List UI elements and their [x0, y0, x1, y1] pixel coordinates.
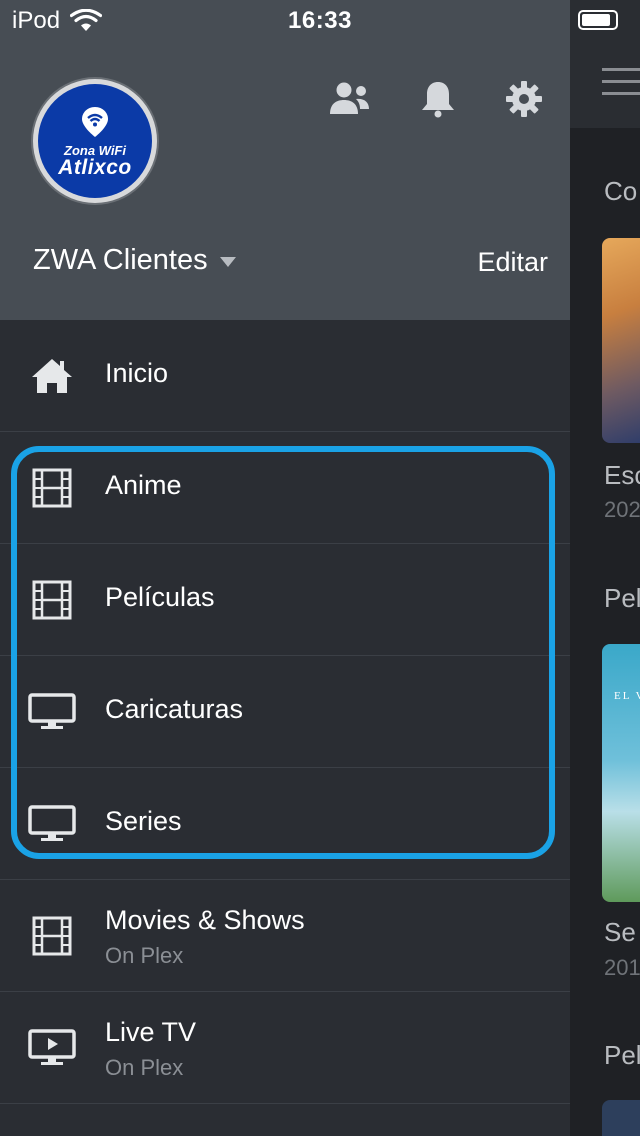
- users-icon[interactable]: [328, 78, 370, 120]
- home-icon: [32, 359, 72, 393]
- edit-button[interactable]: Editar: [477, 247, 548, 278]
- drawer-header: Zona WiFi Atlixco ZWA Clientes Editar: [0, 0, 570, 320]
- section-title: Pel: [604, 1040, 640, 1070]
- media-title[interactable]: Esc: [604, 460, 640, 491]
- menu-item-caricaturas[interactable]: Caricaturas: [0, 656, 570, 768]
- device-name: iPod: [12, 7, 61, 34]
- navigation-drawer: Zona WiFi Atlixco ZWA Clientes Editar In…: [0, 0, 570, 1136]
- film-icon: [32, 468, 72, 508]
- account-switcher[interactable]: ZWA Clientes: [33, 244, 236, 277]
- media-title[interactable]: Se: [604, 917, 636, 948]
- menu-item-label: Series: [105, 806, 182, 836]
- background-screen: Co Esc 202 Pel EL V Se 201 Pel: [570, 0, 640, 1136]
- menu-item-sublabel: On Plex: [105, 943, 184, 968]
- section-title: Pel: [604, 583, 640, 613]
- account-name: ZWA Clientes: [33, 244, 208, 276]
- media-poster[interactable]: [602, 238, 640, 443]
- menu-item-inicio[interactable]: Inicio: [0, 320, 570, 432]
- menu-item-live-tv[interactable]: Live TV On Plex: [0, 992, 570, 1104]
- monitor-icon: [28, 805, 76, 841]
- status-left-group: iPod: [12, 7, 103, 35]
- menu-item-movies-shows[interactable]: Movies & Shows On Plex: [0, 880, 570, 992]
- film-icon: [32, 916, 72, 956]
- poster-title-text: EL V: [614, 690, 640, 702]
- menu-item-sublabel: On Plex: [105, 1055, 184, 1080]
- menu-item-label: Live TV: [105, 1017, 197, 1047]
- menu-item-peliculas[interactable]: Películas: [0, 544, 570, 656]
- chevron-down-icon: [219, 256, 236, 267]
- bell-icon[interactable]: [417, 78, 459, 120]
- media-year: 202: [604, 497, 640, 522]
- menu-item-series[interactable]: Series: [0, 768, 570, 880]
- logo-badge: Zona WiFi Atlixco: [38, 84, 152, 198]
- media-year: 201: [604, 955, 640, 980]
- drawer-menu: Inicio Anime Películas Caricaturas Serie…: [0, 320, 570, 1104]
- menu-item-anime[interactable]: Anime: [0, 432, 570, 544]
- menu-item-label: Películas: [105, 582, 215, 612]
- menu-item-label: Movies & Shows: [105, 905, 305, 935]
- gear-icon[interactable]: [503, 78, 545, 120]
- hamburger-menu-icon[interactable]: [602, 68, 640, 104]
- logo-text-bottom: Atlixco: [58, 155, 132, 179]
- wifi-icon: [70, 9, 103, 31]
- tv-play-icon: [28, 1029, 76, 1065]
- media-poster[interactable]: [602, 1100, 640, 1136]
- location-wifi-icon: [82, 106, 108, 137]
- menu-item-label: Caricaturas: [105, 694, 244, 724]
- section-title: Co: [604, 176, 638, 206]
- status-bar: 16:33 iPod: [0, 0, 640, 40]
- menu-item-label: Anime: [105, 470, 182, 500]
- media-poster[interactable]: EL V: [602, 644, 640, 902]
- film-icon: [32, 580, 72, 620]
- monitor-icon: [28, 693, 76, 729]
- server-logo[interactable]: Zona WiFi Atlixco: [33, 79, 157, 203]
- menu-item-label: Inicio: [105, 358, 169, 388]
